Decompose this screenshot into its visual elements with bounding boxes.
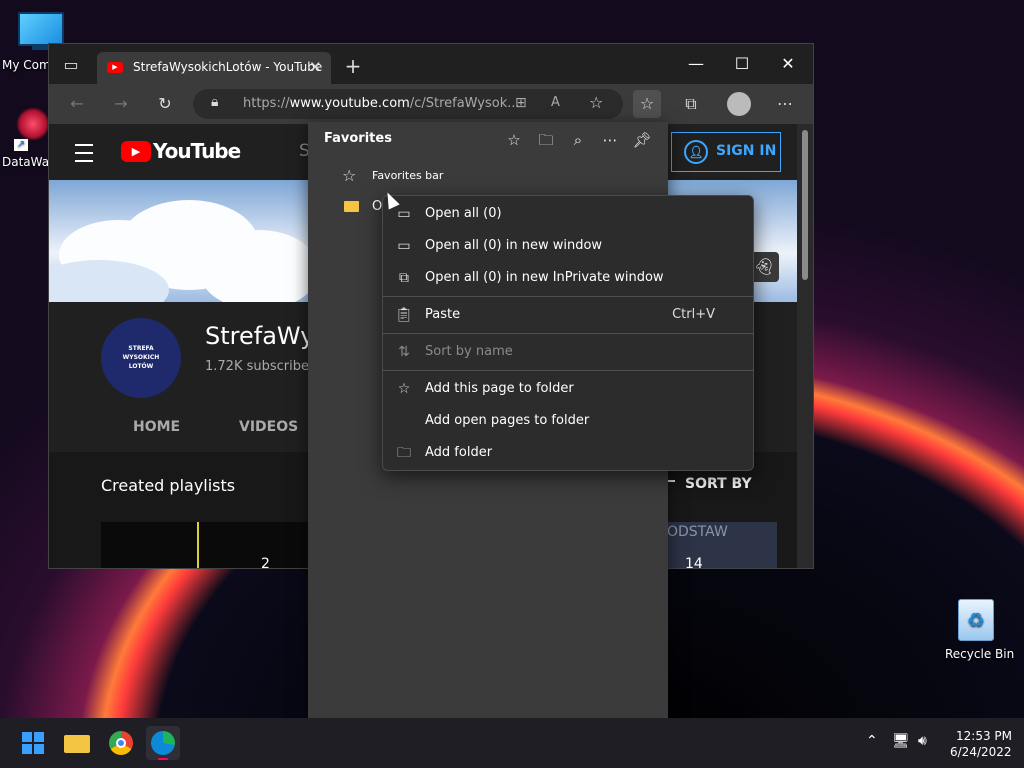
menu-separator — [383, 296, 753, 297]
youtube-logo-text: YouTube — [153, 139, 241, 163]
youtube-favicon: ▶ — [107, 62, 123, 73]
read-aloud-icon[interactable]: A — [551, 95, 560, 110]
sort-by-button[interactable]: SORT BY — [685, 476, 752, 492]
window-icon: ▭ — [397, 206, 411, 222]
menu-item-open-all-inprivate[interactable]: ⧉ Open all (0) in new InPrivate window — [383, 262, 753, 294]
menu-item-add-folder[interactable]: 🗀︎ Add folder — [383, 437, 753, 469]
profile-avatar[interactable] — [727, 92, 751, 116]
inprivate-window-icon: ⧉ — [399, 270, 409, 286]
minimize-button[interactable]: — — [673, 44, 719, 84]
menu-separator — [383, 370, 753, 371]
tab-home[interactable]: HOME — [133, 419, 180, 435]
menu-item-paste[interactable]: 📋︎ Paste Ctrl+V — [383, 299, 753, 331]
add-folder-icon[interactable]: 🗀︎ — [532, 128, 560, 152]
scrollbar-thumb[interactable] — [802, 130, 808, 280]
lock-icon: 🔒︎ — [211, 94, 219, 110]
tab-actions-icon[interactable]: ▭ — [57, 51, 85, 79]
section-title: Created playlists — [101, 476, 236, 495]
paste-shortcut: Ctrl+V — [672, 307, 715, 322]
close-window-button[interactable]: ✕ — [765, 44, 811, 84]
hamburger-menu-icon[interactable] — [75, 144, 93, 162]
file-explorer-icon[interactable] — [60, 726, 94, 760]
add-favorite-icon: ☆ — [397, 381, 411, 397]
playlist-thumbnail[interactable]: ODSTAW 14 — [667, 522, 777, 568]
new-window-icon: ▭ — [397, 238, 411, 254]
clock-date[interactable]: 6/24/2022 — [950, 745, 1012, 759]
menu-item-add-open-pages[interactable]: Add open pages to folder — [383, 405, 753, 437]
address-bar[interactable]: 🔒︎ https://www.youtube.com/c/StrefaWysok… — [193, 89, 623, 119]
page-scrollbar[interactable] — [797, 124, 813, 568]
monitor-stand-icon — [32, 46, 48, 50]
recycle-bin-icon: ♻ — [958, 599, 994, 641]
playlist-thumb-text: ODSTAW — [667, 524, 728, 540]
menu-item-sort-by-name[interactable]: ⇅ Sort by name — [383, 336, 753, 368]
title-bar: ▭ ▶ StrefaWysokichLotów - YouTube ✕ + — … — [49, 44, 813, 84]
menu-separator — [383, 333, 753, 334]
address-url: https://www.youtube.com/c/StrefaWysok... — [243, 96, 520, 111]
datawag-icon — [16, 107, 50, 141]
tab-close-icon[interactable]: ✕ — [309, 58, 322, 76]
split-screen-icon[interactable]: ⊞ — [515, 95, 527, 111]
forward-icon[interactable]: → — [107, 90, 135, 118]
menu-item-open-all[interactable]: ▭ Open all (0) — [383, 198, 753, 230]
desktop-icon-label: My Com — [2, 58, 51, 72]
favorites-icon[interactable]: ☆ — [633, 90, 661, 118]
add-folder-icon: 🗀︎ — [397, 445, 411, 461]
add-favorite-icon[interactable]: ☆ — [500, 128, 528, 152]
search-icon[interactable]: ⌕ — [564, 128, 592, 152]
chrome-icon[interactable] — [104, 726, 138, 760]
sort-icon — [667, 480, 675, 482]
browser-toolbar: ← → ↻ 🔒︎ https://www.youtube.com/c/Stref… — [49, 84, 813, 124]
youtube-logo-icon[interactable]: ▶ — [121, 141, 151, 162]
clock-time[interactable]: 12:53 PM — [956, 729, 1012, 743]
menu-item-add-this-page[interactable]: ☆ Add this page to folder — [383, 373, 753, 405]
star-icon: ☆ — [342, 166, 357, 185]
collections-icon[interactable]: ⧉ — [677, 90, 705, 118]
subscriber-count: 1.72K subscriber — [205, 359, 315, 374]
paste-icon: 📋︎ — [395, 307, 413, 323]
playlist-video-count: 14 — [685, 556, 703, 569]
playlist-video-count: 2 — [261, 556, 270, 569]
maximize-button[interactable]: ☐ — [719, 44, 765, 84]
favorites-item-favorites-bar[interactable]: ☆ Favorites bar — [308, 161, 668, 191]
sign-in-button[interactable]: 👤︎ SIGN IN — [671, 132, 781, 172]
tab-videos[interactable]: VIDEOS — [239, 419, 298, 435]
folder-icon — [344, 201, 359, 212]
favorites-context-menu: ▭ Open all (0) ▭ Open all (0) in new win… — [382, 195, 754, 471]
favorites-title: Favorites — [324, 131, 392, 146]
monitor-icon — [18, 12, 64, 46]
more-options-icon[interactable]: ⋯ — [771, 90, 799, 118]
volume-icon[interactable]: 🔊︎ — [918, 733, 927, 749]
pin-icon[interactable]: 📌︎ — [628, 128, 656, 152]
back-icon[interactable]: ← — [63, 90, 91, 118]
menu-item-open-all-new-window[interactable]: ▭ Open all (0) in new window — [383, 230, 753, 262]
edge-icon[interactable] — [146, 726, 180, 760]
new-tab-icon[interactable]: + — [339, 52, 367, 80]
account-icon: 👤︎ — [684, 140, 708, 164]
more-options-icon[interactable]: ⋯ — [596, 128, 624, 152]
channel-avatar[interactable]: STREFA WYSOKICH LOTÓW — [101, 318, 181, 398]
desktop-icon-label: Recycle Bin — [945, 647, 1015, 661]
shortcut-arrow-icon: ↗ — [14, 139, 28, 151]
tab-youtube[interactable]: ▶ StrefaWysokichLotów - YouTube ✕ — [97, 52, 331, 84]
refresh-icon[interactable]: ↻ — [151, 90, 179, 118]
taskbar: ⌃ 🖥︎ 🔊︎ 12:53 PM 6/24/2022 — [0, 718, 1024, 768]
sort-icon: ⇅ — [398, 344, 410, 360]
network-icon[interactable]: 🖥︎ — [892, 733, 910, 749]
start-button-icon[interactable] — [16, 726, 50, 760]
tab-title: StrefaWysokichLotów - YouTube — [133, 60, 323, 74]
add-favorite-icon[interactable]: ☆ — [589, 93, 603, 112]
show-hidden-icons-icon[interactable]: ⌃ — [866, 733, 878, 749]
playlist-thumbnail[interactable]: 2 — [101, 522, 309, 568]
